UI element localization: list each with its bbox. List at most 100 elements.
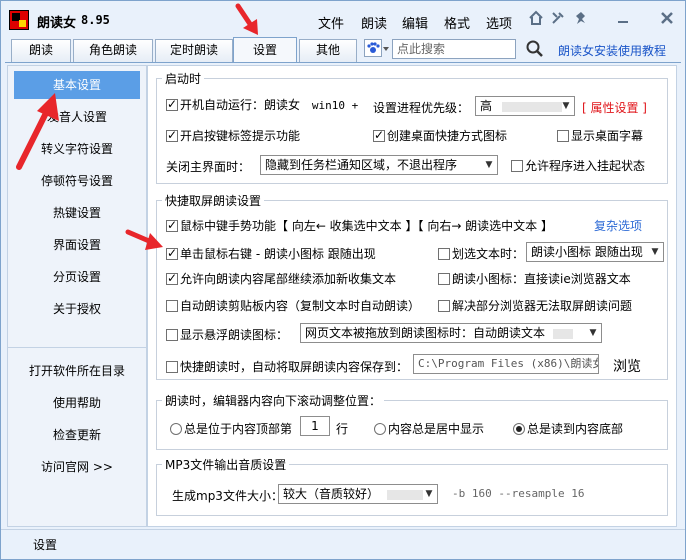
priority-select[interactable]: 高 ▼ — [475, 96, 575, 116]
autorun-os-label: win10 + — [311, 99, 359, 112]
annotation-arrow-sidebar-icon — [16, 93, 59, 170]
startup-group-title: 启动时 — [162, 70, 205, 87]
suspend-check-icon — [511, 160, 523, 172]
auto-save-checkbox[interactable]: 快捷朗读时，自动将取屏朗读内容保存到： — [166, 358, 408, 375]
browser-fix-label: 解决部分浏览器无法取屏朗读问题 — [452, 299, 633, 313]
mp3-size-select[interactable]: 较大（音质较好） ▼ — [278, 484, 438, 504]
append-text-checkbox[interactable]: 允许向朗读内容尾部继续添加新收集文本 — [166, 270, 396, 287]
suspend-checkbox[interactable]: 允许程序进入挂起状态 — [511, 157, 645, 174]
select-text-label: 划选文本时： — [452, 247, 525, 261]
select-text-dropdown[interactable]: 朗读小图标 跟随出现 ▼ — [526, 242, 664, 262]
tools-icon[interactable] — [548, 10, 568, 28]
caret-tip-check-icon — [166, 128, 178, 142]
middle-gesture-label: 鼠标中键手势功能【 向左← 收集选中文本 】【 向右→ 朗读选中文本 】 — [180, 219, 553, 233]
sidebar-link-help[interactable]: 使用帮助 — [14, 389, 140, 417]
title-bar: 朗读女 8.95 文件 朗读 编辑 格式 选项 — [1, 1, 685, 39]
priority-value: 高 — [480, 99, 493, 113]
search-engine-selector[interactable] — [364, 39, 390, 59]
menu-format[interactable]: 格式 — [444, 13, 470, 32]
pin-icon[interactable] — [571, 10, 591, 28]
tab-settings[interactable]: 设置 — [233, 37, 297, 63]
auto-save-check-icon — [166, 361, 178, 373]
settings-content: 启动时 开机自动运行：朗读女 win10 + 设置进程优先级： 高 ▼ [ 属性… — [147, 65, 677, 527]
menu-options[interactable]: 选项 — [486, 13, 512, 32]
paw-icon — [364, 39, 389, 57]
tab-read[interactable]: 朗读 — [11, 39, 71, 62]
browse-button[interactable]: 浏览 — [613, 356, 641, 376]
chevron-down-icon: ▼ — [425, 489, 433, 499]
desktop-subtitle-checkbox[interactable]: 显示桌面字幕 — [557, 127, 643, 144]
desktop-shortcut-check-icon — [373, 128, 385, 142]
sidebar-link-open-folder[interactable]: 打开软件所在目录 — [14, 357, 140, 385]
right-click-label: 单击鼠标右键 - 朗读小图标 跟随出现 — [180, 247, 376, 261]
desktop-shortcut-checkbox[interactable]: 创建桌面快捷方式图标 — [373, 127, 507, 144]
float-icon-dropdown[interactable]: 网页文本被拖放到朗读图标时：自动朗读文本 ▼ — [300, 323, 602, 343]
menu-read[interactable]: 朗读 — [361, 13, 387, 32]
mp3-size-value: 较大（音质较好） — [283, 487, 380, 501]
clipboard-read-checkbox[interactable]: 自动朗读剪贴板内容（复制文本时自动朗读） — [166, 297, 420, 314]
icon-direct-ie-checkbox[interactable]: 朗读小图标：直接读ie浏览器文本 — [438, 270, 631, 287]
scroll-top-line-field[interactable]: 1 — [300, 416, 330, 436]
close-behavior-select[interactable]: 隐藏到任务栏通知区域，不退出程序 ▼ — [260, 155, 498, 175]
select-text-checkbox[interactable]: 划选文本时： — [438, 245, 524, 262]
desktop-subtitle-label: 显示桌面字幕 — [571, 129, 644, 143]
right-click-checkbox[interactable]: 单击鼠标右键 - 朗读小图标 跟随出现 — [166, 245, 376, 262]
float-icon-value: 网页文本被拖放到朗读图标时：自动朗读文本 — [305, 326, 546, 340]
auto-save-label: 快捷朗读时，自动将取屏朗读内容保存到： — [180, 360, 409, 374]
sidebar-item-interface[interactable]: 界面设置 — [14, 231, 140, 259]
scroll-center-radio[interactable]: 内容总是居中显示 — [374, 420, 484, 437]
sidebar-item-paging[interactable]: 分页设置 — [14, 263, 140, 291]
scroll-top-line-suffix: 行 — [336, 422, 349, 436]
mp3-group-title: MP3文件输出音质设置 — [162, 456, 290, 473]
middle-gesture-checkbox[interactable]: 鼠标中键手势功能【 向左← 收集选中文本 】【 向右→ 朗读选中文本 】 — [166, 217, 553, 234]
chevron-down-icon: ▼ — [562, 101, 570, 111]
menu-file[interactable]: 文件 — [318, 13, 344, 32]
help-tutorial-link[interactable]: 朗读女安装使用教程 — [558, 42, 666, 59]
priority-highlight — [501, 101, 562, 112]
save-path-field[interactable]: C:\Program Files (x86)\朗读女\ — [413, 354, 599, 374]
search-icon[interactable] — [525, 39, 545, 59]
annotation-arrow-right-click-icon — [125, 229, 163, 250]
property-settings-link[interactable]: [ 属性设置 ] — [582, 99, 647, 116]
scroll-top-radio[interactable]: 总是位于内容顶部第 — [170, 420, 292, 437]
complex-options-link[interactable]: 复杂选项 — [594, 217, 642, 234]
tab-role-read[interactable]: 角色朗读 — [73, 39, 153, 62]
float-icon-highlight — [552, 328, 573, 339]
icon-direct-ie-check-icon — [438, 273, 450, 285]
scroll-center-label: 内容总是居中显示 — [388, 422, 485, 436]
append-text-check-icon — [166, 271, 178, 285]
home-icon[interactable] — [526, 10, 546, 28]
browser-fix-checkbox[interactable]: 解决部分浏览器无法取屏朗读问题 — [438, 297, 632, 314]
status-text: 设置 — [33, 538, 58, 552]
scroll-bottom-radio[interactable]: 总是读到内容底部 — [513, 420, 623, 437]
mp3-size-highlight — [386, 489, 423, 500]
tab-timed-read[interactable]: 定时朗读 — [155, 39, 233, 62]
mp3-params-text: -b 160 --resample 16 — [452, 487, 585, 500]
float-icon-checkbox[interactable]: 显示悬浮朗读图标： — [166, 326, 288, 343]
minimize-icon[interactable] — [613, 10, 633, 28]
menu-edit[interactable]: 编辑 — [402, 13, 428, 32]
scroll-group-title: 朗读时，编辑器内容向下滚动调整位置： — [162, 392, 385, 409]
sidebar-item-hotkeys[interactable]: 热键设置 — [14, 199, 140, 227]
tab-other[interactable]: 其他 — [299, 39, 357, 62]
sidebar-link-website[interactable]: 访问官网 >> — [14, 453, 140, 481]
priority-label: 设置进程优先级： — [373, 101, 470, 115]
capture-group-title: 快捷取屏朗读设置 — [162, 192, 265, 209]
close-icon[interactable] — [657, 10, 677, 28]
autorun-label: 开机自动运行：朗读女 — [180, 98, 301, 112]
close-behavior-label: 关闭主界面时： — [166, 160, 251, 174]
mp3-size-label: 生成mp3文件大小： — [172, 489, 283, 503]
search-input[interactable]: 点此搜索 — [392, 39, 516, 59]
select-text-check-icon — [438, 248, 450, 260]
sidebar-item-license[interactable]: 关于授权 — [14, 295, 140, 323]
append-text-label: 允许向朗读内容尾部继续添加新收集文本 — [180, 272, 397, 286]
caret-tip-checkbox[interactable]: 开启按键标签提示功能 — [166, 127, 300, 144]
sidebar-link-check-update[interactable]: 检查更新 — [14, 421, 140, 449]
browser-fix-check-icon — [438, 300, 450, 312]
clipboard-read-label: 自动朗读剪贴板内容（复制文本时自动朗读） — [180, 299, 421, 313]
caret-tip-label: 开启按键标签提示功能 — [180, 129, 301, 143]
right-click-check-icon — [166, 246, 178, 260]
desktop-shortcut-label: 创建桌面快捷方式图标 — [387, 129, 508, 143]
autorun-checkbox[interactable]: 开机自动运行：朗读女 win10 + — [166, 96, 358, 113]
chevron-down-icon: ▼ — [485, 160, 493, 170]
